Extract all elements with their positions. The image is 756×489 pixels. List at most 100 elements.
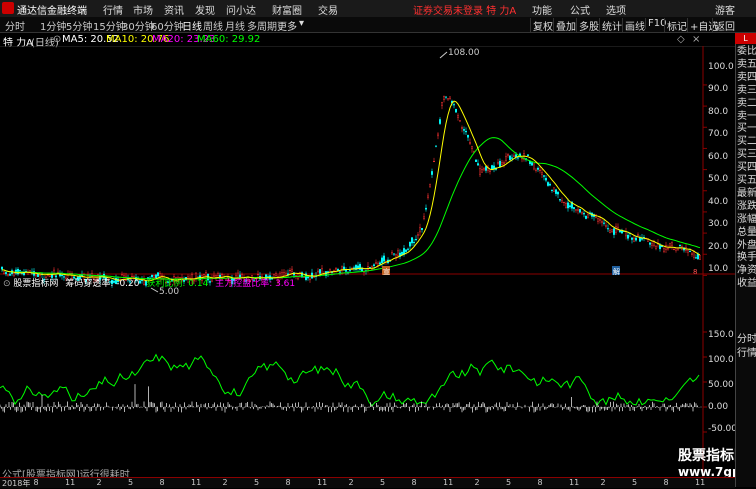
side-panel-item[interactable]: 买三 <box>737 148 756 161</box>
ma-settings-icon[interactable]: ⊙ <box>53 34 61 45</box>
close-chart-icon[interactable]: × <box>692 34 700 45</box>
side-panel-item[interactable]: 买二 <box>737 135 756 148</box>
btn-multistock[interactable]: 多股 <box>576 18 601 33</box>
candle-body <box>413 241 416 243</box>
indicator-line3: 主力控盘比率: 3.61 <box>215 279 296 289</box>
candle-body <box>637 234 640 236</box>
candle-body <box>627 234 630 239</box>
main-ytick: 90.0 <box>708 84 729 94</box>
candle-body <box>687 250 690 253</box>
period-timeshare[interactable]: 分时 <box>5 18 25 33</box>
menu-function[interactable]: 功能 <box>532 2 552 17</box>
period-1min[interactable]: 1分钟 <box>40 18 66 33</box>
candle-body <box>381 257 384 263</box>
btn-draw[interactable]: 画线 <box>622 18 647 33</box>
candle-body <box>603 222 606 224</box>
candle-body <box>393 253 396 255</box>
menu-quotes[interactable]: 行情 <box>103 2 123 17</box>
candle-body <box>447 98 450 101</box>
candle-body <box>445 96 448 98</box>
candle-body <box>541 172 544 175</box>
candle-body <box>697 253 700 260</box>
period-daily[interactable]: 日线 <box>182 18 202 33</box>
btn-stats[interactable]: 统计 <box>599 18 624 33</box>
menu-news[interactable]: 资讯 <box>164 2 184 17</box>
candle-body <box>309 276 312 281</box>
main-ytick: 60.0 <box>708 152 729 162</box>
candle-body <box>463 129 466 131</box>
menu-ask[interactable]: 问小达 <box>226 2 256 17</box>
indicator-settings-icon[interactable]: ⊙ <box>3 279 11 289</box>
expand-icon[interactable]: ◇ <box>677 34 685 45</box>
side-panel-item[interactable]: 换手 <box>737 251 756 264</box>
menu-market[interactable]: 市场 <box>133 2 153 17</box>
side-panel-item[interactable]: 卖三 <box>737 84 756 97</box>
btn-back[interactable]: 返回 <box>712 18 737 33</box>
chart-canvas[interactable]: 108.00 5.00 宣 解 8 <box>0 46 735 477</box>
more-dropdown-icon[interactable]: ▾ <box>299 18 304 29</box>
candle-body <box>635 237 638 241</box>
candle-body <box>289 270 292 272</box>
period-5min[interactable]: 5分钟 <box>66 18 92 33</box>
side-panel-item[interactable]: 涨跌 <box>737 200 756 213</box>
side-panel-item[interactable]: 买五 <box>737 174 756 187</box>
ma-info-bar: 特 力A (日线) ⊙ MA5: 20.52 MA10: 20.76 MA20:… <box>0 33 735 49</box>
candle-body <box>319 269 322 274</box>
candle-body <box>391 252 394 255</box>
menu-options[interactable]: 选项 <box>606 2 626 17</box>
candle-body <box>557 191 560 195</box>
candle-body <box>421 228 424 230</box>
btn-overlay[interactable]: 叠加 <box>553 18 578 33</box>
candle-body <box>415 239 418 241</box>
menu-discover[interactable]: 发现 <box>195 2 215 17</box>
candle-body <box>411 237 414 244</box>
period-15min[interactable]: 15分钟 <box>93 18 126 33</box>
period-multi[interactable]: 多周期 <box>247 18 277 33</box>
date-tick: 2 <box>600 478 606 487</box>
period-60min[interactable]: 60分钟 <box>151 18 184 33</box>
candle-body <box>407 248 410 250</box>
side-panel-item[interactable]: 收益 <box>737 277 756 290</box>
period-monthly[interactable]: 月线 <box>225 18 245 33</box>
side-panel-item[interactable]: 外盘 <box>737 239 756 252</box>
side-panel-item[interactable]: 卖一 <box>737 110 756 123</box>
side-panel-item[interactable]: 卖五 <box>737 58 756 71</box>
side-panel-item[interactable]: 总量 <box>737 226 756 239</box>
menu-trade[interactable]: 交易 <box>318 2 338 17</box>
main-ytick: 30.0 <box>708 219 729 229</box>
candle-body <box>521 158 524 160</box>
candle-body <box>17 268 20 275</box>
candle-body <box>435 145 438 147</box>
side-panel-item[interactable]: 涨幅 <box>737 213 756 226</box>
side-panel-item[interactable]: 最新 <box>737 187 756 200</box>
side-panel-item[interactable]: 卖二 <box>737 97 756 110</box>
guest-label[interactable]: 游客 <box>715 2 735 17</box>
candle-body <box>383 255 386 262</box>
btn-mark[interactable]: 标记 <box>664 18 689 33</box>
menu-wealth[interactable]: 财富圈 <box>272 2 302 17</box>
menu-formula[interactable]: 公式 <box>570 2 590 17</box>
side-panel-item[interactable]: 委比 <box>737 45 756 58</box>
date-tick: 11 <box>65 478 76 487</box>
period-30min[interactable]: 30分钟 <box>122 18 155 33</box>
side-panel-item[interactable]: 买一 <box>737 122 756 135</box>
candle-body <box>609 230 612 234</box>
period-weekly[interactable]: 周线 <box>203 18 223 33</box>
indicator-name: 股票指标网 <box>13 279 59 289</box>
high-marker-line <box>439 51 448 59</box>
date-tick: 2 <box>222 478 228 487</box>
date-tick: 5 <box>632 478 638 487</box>
indicator-line1: 筹码穿透率: -0.20 <box>65 279 140 289</box>
period-more[interactable]: 更多 <box>277 18 297 33</box>
side-panel-item[interactable]: 买四 <box>737 161 756 174</box>
side-panel-lower-item[interactable]: 分时 <box>737 333 756 346</box>
date-tick: 11 <box>695 478 706 487</box>
candle-body <box>509 155 512 160</box>
candle-body <box>551 189 554 191</box>
side-panel-item[interactable]: 净资 <box>737 264 756 277</box>
side-panel-item[interactable]: 卖四 <box>737 71 756 84</box>
btn-adjust[interactable]: 复权 <box>530 18 555 33</box>
side-panel-lower-item[interactable]: 行情 <box>737 347 756 360</box>
login-alert[interactable]: 证券交易未登录 特 力A <box>413 2 516 17</box>
candle-body <box>535 169 538 171</box>
